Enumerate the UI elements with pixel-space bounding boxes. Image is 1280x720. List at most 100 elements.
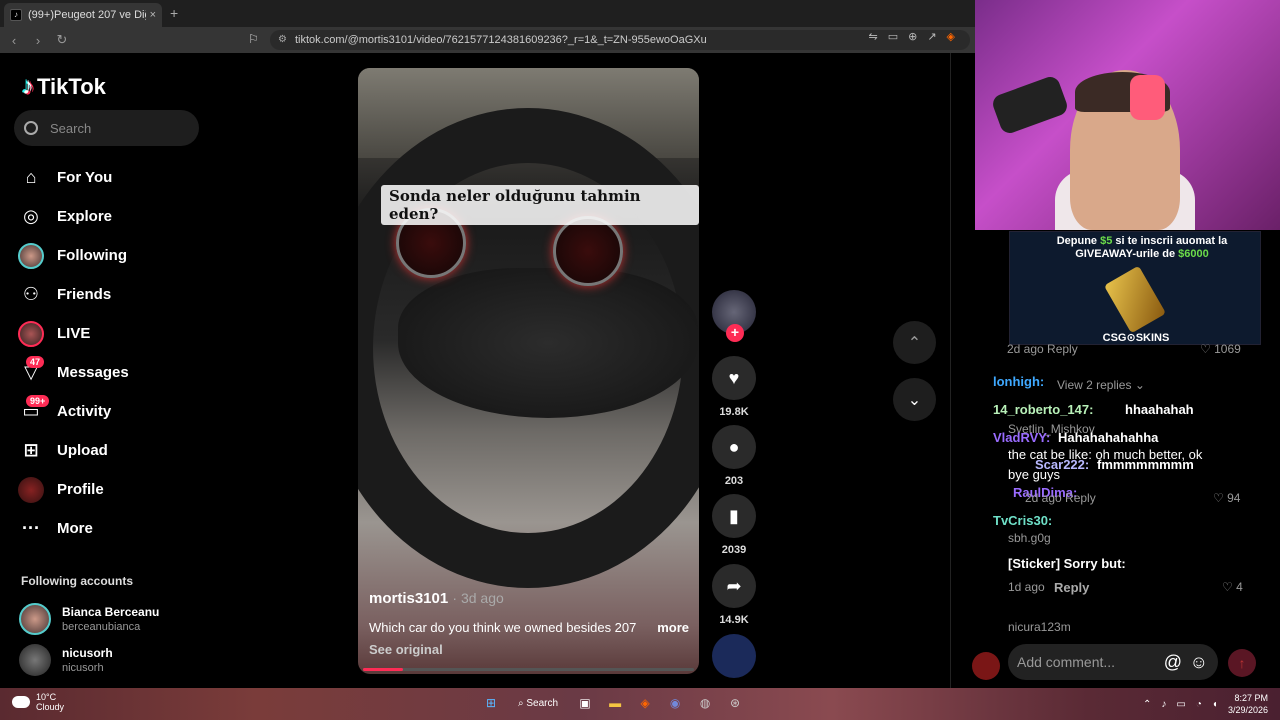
new-tab-button[interactable]: + [170,5,178,21]
search-input[interactable]: Search [14,110,199,146]
brave-shield-icon[interactable]: ◈ [947,30,955,43]
nav-item-for-you[interactable]: ⌂ For You [18,158,129,197]
comment-likes[interactable]: ♡ 94 [1213,491,1240,505]
weather-widget[interactable]: 10°C Cloudy [12,692,64,712]
speaker-icon[interactable]: ♪ [1161,699,1166,710]
nav-item-following[interactable]: Following [18,236,129,275]
send-comment-button[interactable]: ↑ [1228,649,1256,677]
obs-icon[interactable]: ◍ [694,692,716,714]
mention-icon[interactable]: @ [1164,644,1182,680]
translate-icon[interactable]: ⇋ [868,30,877,43]
previous-video-button[interactable]: ⌃ [893,321,936,364]
home-icon: ⌂ [25,167,37,187]
next-video-button[interactable]: ⌄ [893,378,936,421]
chat-message: hhaahahah [1125,402,1194,417]
following-accounts-heading: Following accounts [21,574,134,588]
like-button[interactable]: ♥ 19.8K [712,356,756,418]
video-progress-bar[interactable] [363,668,694,671]
system-tray: ⌃ ♪ ▭ ◔ ◖ 8:27 PM 3/29/2026 [1143,692,1268,716]
comment-button[interactable]: ● 203 [712,425,756,487]
creator-avatar-button[interactable]: + [712,290,756,342]
cast-icon[interactable]: ▭ [888,30,898,43]
following-account-item[interactable]: nicusorh nicusorh [19,644,113,676]
messages-badge: 47 [26,356,45,368]
comment-input[interactable]: Add comment... @ ☺ [1008,644,1218,680]
brave-browser-icon[interactable]: ◈ [634,692,656,714]
nav-item-more[interactable]: ··· More [18,509,129,548]
author-name: mortis3101 [369,590,449,607]
bookmark-icon: ▮ [712,494,756,538]
comment-likes[interactable]: ♡ 4 [1222,580,1243,594]
avatar [19,603,51,635]
share-icon[interactable]: ↗ [927,30,936,43]
reply-link[interactable]: Reply [1054,580,1089,595]
weather-condition: Cloudy [36,702,65,712]
comment-author[interactable]: nicura123m [1008,620,1071,634]
windows-start-icon[interactable]: ⊞ [480,692,502,714]
video-player[interactable]: Sonda neler olduğunu tahmin eden? mortis… [358,68,699,674]
follow-plus-icon[interactable]: + [726,324,744,342]
network-icon[interactable]: ◔ [1196,699,1202,710]
bookmark-icon[interactable]: ⚐ [248,32,259,46]
like-count: 19.8K [719,406,749,418]
nav-item-explore[interactable]: ◎ Explore [18,197,129,236]
more-link[interactable]: more [657,620,689,635]
back-icon[interactable]: ‹ [4,33,24,48]
nav-label: Friends [57,286,112,303]
forward-icon[interactable]: › [28,33,48,48]
view-replies-link[interactable]: View 2 replies ⌄ [1057,378,1145,392]
volume-icon[interactable]: ◖ [1212,699,1218,710]
comment-likes[interactable]: ♡ 1069 [1200,342,1241,356]
comment-bar: Add comment... @ ☺ ↑ [970,644,1280,684]
zoom-icon[interactable]: ⊕ [908,30,917,43]
ad-line-2: GIVEAWAY-urile de $6000 [1075,248,1209,260]
site-info-icon[interactable]: ⚙ [278,30,287,50]
close-tab-icon[interactable]: × [150,9,156,21]
more-icon: ··· [22,518,40,538]
chat-user: TvCris30: [993,513,1053,528]
music-disc-icon [712,634,756,678]
steam-icon[interactable]: ⊛ [724,692,746,714]
taskbar-search-label: Search [526,697,559,709]
clock[interactable]: 8:27 PM 3/29/2026 [1228,692,1268,716]
nav-item-upload[interactable]: ⊞ Upload [18,431,129,470]
nav-label: Messages [57,364,129,381]
nav-item-messages[interactable]: ▽ 47 Messages [18,353,129,392]
chevron-up-icon[interactable]: ⌃ [1143,699,1151,710]
discord-icon[interactable]: ◉ [664,692,686,714]
comment-meta: 2d ago Reply [1007,342,1078,356]
nav-item-activity[interactable]: ▭ 99+ Activity [18,392,129,431]
nav-label: Following [57,247,127,264]
share-button[interactable]: ➦ 14.9K [712,564,756,626]
tiktok-favicon-icon: ♪ [10,9,22,21]
taskbar-search[interactable]: ⌕ Search [510,692,566,714]
see-original-link[interactable]: See original [369,642,443,657]
emoji-icon[interactable]: ☺ [1190,644,1208,680]
tiktok-sidebar: ♪ TikTok Search ⌂ For You ◎ Explore Foll… [0,53,220,688]
browser-tab[interactable]: ♪ (99+)Peugeot 207 ve Diğer Araba × [4,3,162,27]
video-author[interactable]: mortis3101 · 3d ago [369,590,504,607]
description-text: Which car do you think we owned besides … [369,620,637,635]
progress-fill [363,668,403,671]
following-account-item[interactable]: Bianca Berceanu berceanubianca [19,603,159,635]
account-name: Bianca Berceanu [62,605,160,619]
nav-item-profile[interactable]: Profile [18,470,129,509]
tiktok-logo[interactable]: ♪ TikTok [22,73,106,101]
compass-icon: ◎ [23,206,39,226]
sound-disc-button[interactable] [712,634,756,678]
url-field[interactable]: ⚙ tiktok.com/@mortis3101/video/762157712… [270,30,970,50]
file-explorer-icon[interactable]: ▬ [604,692,626,714]
tachometer-gauge [553,216,623,286]
save-button[interactable]: ▮ 2039 [712,494,756,556]
chat-user: VladRVY: [993,430,1051,445]
account-username: berceanubianca [62,621,141,633]
browser-tab-bar: ♪ (99+)Peugeot 207 ve Diğer Araba × + [0,0,975,27]
monitor-icon[interactable]: ▭ [1176,699,1185,710]
reload-icon[interactable]: ↻ [52,32,72,48]
nav-item-live[interactable]: LIVE [18,314,129,353]
heart-icon: ♥ [712,356,756,400]
task-view-icon[interactable]: ▣ [574,692,596,714]
share-arrow-icon: ➦ [712,564,756,608]
comment-author[interactable]: sbh.g0g [1008,531,1051,545]
nav-item-friends[interactable]: ⚇ Friends [18,275,129,314]
